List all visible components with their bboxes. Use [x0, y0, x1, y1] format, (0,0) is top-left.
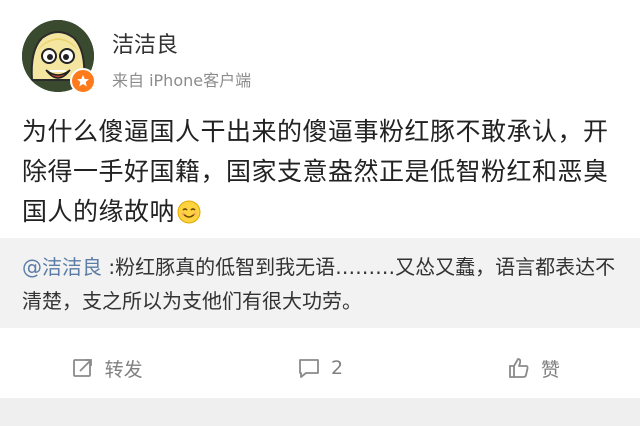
vip-badge-icon — [70, 68, 96, 94]
mention-link[interactable]: @洁洁良 — [22, 255, 102, 279]
smile-emoji-icon — [177, 196, 201, 224]
thumbs-up-icon — [508, 358, 529, 378]
username[interactable]: 洁洁良 — [112, 32, 178, 60]
avatar[interactable] — [22, 20, 96, 94]
repost-label: 转发 — [104, 358, 143, 381]
repost-icon — [72, 359, 92, 377]
like-label: 赞 — [540, 358, 560, 381]
weibo-post: 洁洁良 来自 iPhone客户端 为什么傻逼国人干出来的傻逼事粉红豚不敢承认，开… — [0, 0, 640, 426]
post-body: 为什么傻逼国人干出来的傻逼事粉红豚不敢承认，开除得一手好国籍，国家支意盎然正是低… — [22, 112, 622, 232]
action-toolbar: 转发 2 赞 — [0, 338, 640, 398]
post-source: 来自 iPhone客户端 — [112, 71, 252, 90]
comment-count: 2 — [330, 357, 344, 379]
retweet-box[interactable]: @洁洁良 :粉红豚真的低智到我无语………又怂又蠢，语言都表达不清楚，支之所以为支… — [0, 238, 640, 328]
retweet-content: :粉红豚真的低智到我无语………又怂又蠢，语言都表达不清楚，支之所以为支他们有很大… — [22, 255, 616, 313]
post-text: 为什么傻逼国人干出来的傻逼事粉红豚不敢承认，开除得一手好国籍，国家支意盎然正是低… — [22, 117, 609, 226]
like-button[interactable]: 赞 — [427, 338, 640, 398]
retweet-text: @洁洁良 :粉红豚真的低智到我无语………又怂又蠢，语言都表达不清楚，支之所以为支… — [22, 250, 622, 318]
comment-icon — [299, 359, 319, 378]
bottom-divider — [0, 398, 640, 426]
repost-button[interactable]: 转发 — [0, 338, 213, 398]
comment-button[interactable]: 2 — [213, 338, 426, 398]
